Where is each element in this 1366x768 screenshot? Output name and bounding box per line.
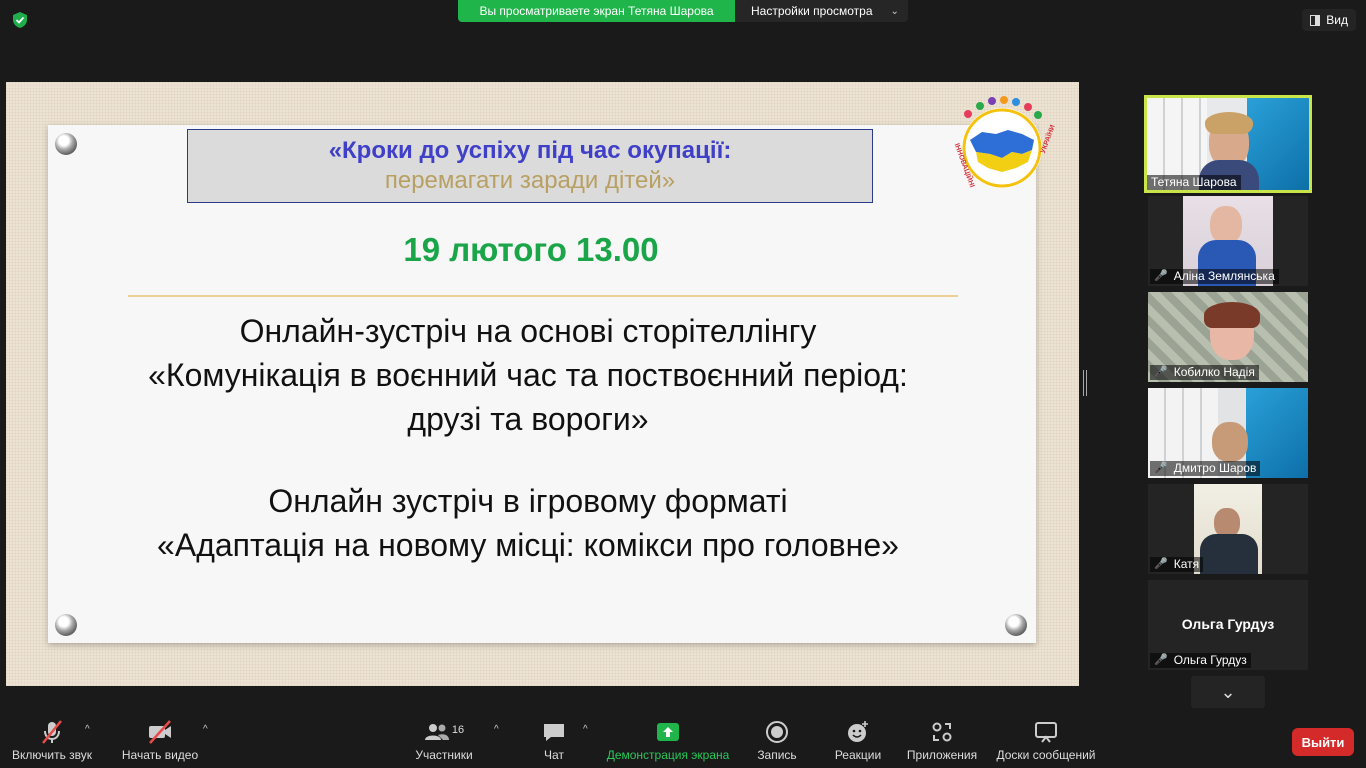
start-video-button[interactable]: Начать видео (120, 718, 200, 762)
participants-icon (424, 724, 449, 740)
pin-icon (1005, 614, 1027, 636)
participant-video (1212, 422, 1248, 462)
mic-muted-icon: 🎤 (1154, 558, 1168, 570)
shared-screen: «Кроки до успіху під час окупації: перем… (6, 82, 1079, 686)
innovative-horizons-logo: ІННОВАЦІЙНІ УКРАЇНИ (953, 96, 1057, 189)
divider (128, 295, 958, 297)
zoom-meeting-window: Вы просматриваете экран Тетяна Шарова На… (0, 0, 1366, 768)
participant-tile[interactable]: Ольга Гурдуз 🎤 Ольга Гурдуз (1148, 580, 1308, 670)
block2-line1: Онлайн зустріч в ігровому форматі (268, 483, 788, 519)
reactions-label: Реакции (834, 748, 882, 762)
participant-name: Кобилко Надія (1173, 365, 1255, 379)
screen-share-banner: Вы просматриваете экран Тетяна Шарова На… (458, 0, 908, 22)
participant-tile[interactable]: 🎤 Катя (1148, 484, 1308, 574)
participant-name-label: 🎤 Дмитро Шаров (1150, 461, 1261, 476)
chat-icon (544, 724, 564, 741)
slide-title-line2: перемагати заради дітей» (384, 167, 676, 194)
chevron-down-icon: ⌄ (890, 5, 899, 17)
block1-line1: Онлайн-зустріч на основі сторітеллінгу (239, 313, 817, 349)
participant-tile[interactable]: 🎤 Аліна Землянська (1148, 196, 1308, 286)
slide-card: «Кроки до успіху під час окупації: перем… (48, 125, 1036, 643)
record-label: Запись (757, 748, 797, 762)
svg-text:УКРАЇНИ: УКРАЇНИ (1039, 124, 1057, 155)
whiteboard-icon (1035, 722, 1057, 743)
participants-options-caret[interactable]: ^ (494, 724, 499, 735)
smiley-icon (848, 721, 868, 742)
mic-muted-icon: 🎤 (1154, 270, 1168, 282)
chat-button[interactable]: Чат (536, 718, 572, 762)
mic-off-icon (42, 720, 62, 744)
mic-muted-icon: 🎤 (1154, 462, 1168, 474)
record-button[interactable]: Запись (752, 718, 802, 762)
participant-video (1200, 534, 1258, 574)
participant-video (1204, 302, 1260, 328)
participant-name: Тетяна Шарова (1151, 175, 1237, 189)
whiteboards-label: Доски сообщений (996, 748, 1096, 762)
chevron-down-icon: ⌄ (1220, 681, 1236, 702)
pin-icon (55, 133, 77, 155)
participant-name: Ольга Гурдуз (1173, 653, 1247, 667)
unmute-button[interactable]: Включить звук (10, 718, 94, 762)
participant-name-label: 🎤 Аліна Землянська (1150, 269, 1279, 284)
participant-video (1210, 206, 1242, 244)
apps-icon (932, 722, 952, 742)
participants-label: Участники (415, 748, 473, 762)
view-settings-label: Настройки просмотра (751, 4, 873, 18)
participant-name-label: 🎤 Катя (1150, 557, 1204, 572)
chat-options-caret[interactable]: ^ (583, 724, 588, 735)
participant-name: Дмитро Шаров (1173, 461, 1257, 475)
participant-tile[interactable]: 🎤 Кобилко Надія (1148, 292, 1308, 382)
block1-line3: друзі та вороги» (407, 401, 649, 437)
participants-count: 16 (451, 724, 465, 736)
video-options-caret[interactable]: ^ (203, 724, 208, 735)
participant-video (1205, 112, 1253, 134)
participant-name: Аліна Землянська (1173, 269, 1275, 283)
participant-name: Катя (1173, 557, 1200, 571)
share-screen-icon (657, 723, 679, 741)
mic-muted-icon: 🎤 (1154, 366, 1168, 378)
block2-line2: «Адаптація на новому місці: комікси про … (157, 527, 899, 563)
apps-label: Приложения (906, 748, 978, 762)
panel-resize-handle[interactable] (1083, 370, 1087, 396)
view-settings-dropdown[interactable]: Настройки просмотра ⌄ (735, 0, 908, 22)
slide-title-line1: «Кроки до успіху під час окупації: (328, 137, 732, 164)
participant-display-name: Ольга Гурдуз (1181, 616, 1275, 632)
apps-button[interactable]: Приложения (904, 718, 980, 762)
view-button-label: Вид (1326, 13, 1348, 27)
participant-name-label: 🎤 Ольга Гурдуз (1150, 653, 1251, 668)
participants-button[interactable]: 16 Участники (410, 718, 478, 762)
leave-meeting-button[interactable]: Выйти (1292, 728, 1354, 756)
participants-icon-group: 16 (424, 718, 464, 746)
layout-icon (1310, 14, 1321, 26)
chat-label: Чат (544, 748, 564, 762)
share-screen-label: Демонстрация экрана (606, 748, 730, 762)
reactions-button[interactable]: Реакции (830, 718, 886, 762)
security-shield-icon[interactable] (11, 11, 29, 29)
record-icon (766, 721, 788, 743)
participant-tile[interactable]: Тетяна Шарова (1144, 95, 1312, 193)
more-participants-button[interactable]: ⌄ (1191, 676, 1265, 708)
video-off-icon (149, 720, 171, 744)
unmute-label: Включить звук (11, 748, 93, 762)
share-screen-button[interactable]: Демонстрация экрана (603, 718, 733, 762)
pin-icon (55, 614, 77, 636)
participant-name-label: Тетяна Шарова (1147, 175, 1241, 190)
view-button[interactable]: Вид (1302, 9, 1356, 31)
whiteboards-button[interactable]: Доски сообщений (994, 718, 1098, 762)
participant-tile[interactable]: 🎤 Дмитро Шаров (1148, 388, 1308, 478)
event-date: 19 лютого 13.00 (403, 231, 659, 268)
share-status-text: Вы просматриваете экран Тетяна Шарова (458, 0, 735, 22)
slide-title-box: «Кроки до успіху під час окупації: перем… (187, 129, 873, 203)
participant-name-label: 🎤 Кобилко Надія (1150, 365, 1259, 380)
audio-options-caret[interactable]: ^ (85, 724, 90, 735)
block1-line2: «Комунікація в воєнний час та поствоєнни… (148, 357, 908, 393)
start-video-label: Начать видео (121, 748, 199, 762)
mic-muted-icon: 🎤 (1154, 654, 1168, 666)
